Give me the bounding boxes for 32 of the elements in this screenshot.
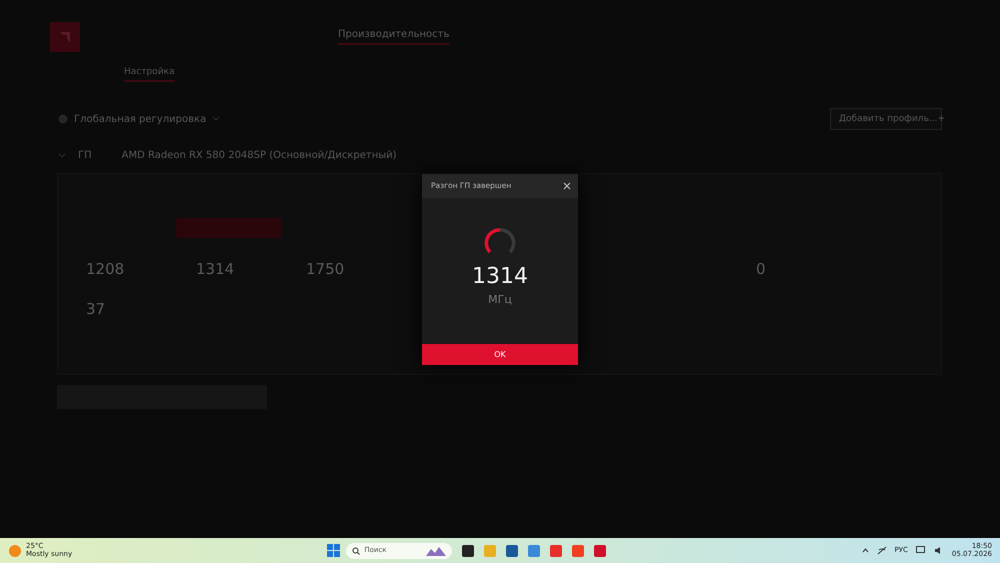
chevron-up-icon — [862, 548, 869, 553]
nav-tab[interactable]: Производительность — [338, 29, 450, 45]
ok-button[interactable]: OK — [422, 344, 578, 364]
profile-scope[interactable]: Глобальная регулировка — [74, 114, 206, 124]
store-icon[interactable] — [506, 544, 518, 556]
windows-icon[interactable] — [327, 544, 340, 557]
add-profile-button[interactable]: Добавить профиль...+ — [830, 108, 942, 130]
metric-value: 1750 — [306, 260, 344, 278]
globe-icon — [58, 114, 68, 124]
search-icon — [352, 546, 360, 554]
chevron-icon — [212, 116, 220, 122]
unit-label: МГц — [488, 292, 512, 306]
gauge-icon — [483, 226, 517, 256]
subtab[interactable]: Настройка — [124, 66, 174, 82]
gpu-name: AMD Radeon RX 580 2048SP (Основной/Дискретный) — [122, 150, 397, 161]
weather-icon — [8, 544, 22, 558]
mail-icon[interactable] — [528, 544, 540, 556]
metric-value: 1314 — [196, 260, 234, 278]
monitor-icon — [916, 546, 926, 555]
chevron-icon — [58, 152, 66, 158]
app-icon[interactable] — [594, 544, 606, 556]
landscape-icon — [426, 546, 446, 556]
metric-value: 1208 — [86, 260, 124, 278]
browser-icon[interactable] — [572, 544, 584, 556]
metric-value: 0 — [756, 260, 766, 278]
task-view-icon[interactable] — [462, 544, 474, 556]
section-label: ГП — [78, 150, 92, 161]
network-icon — [876, 546, 887, 555]
close-button[interactable] — [562, 180, 572, 190]
browser-icon[interactable] — [550, 544, 562, 556]
metric-value: 37 — [86, 300, 106, 318]
clock-value: 1314 — [472, 264, 528, 288]
